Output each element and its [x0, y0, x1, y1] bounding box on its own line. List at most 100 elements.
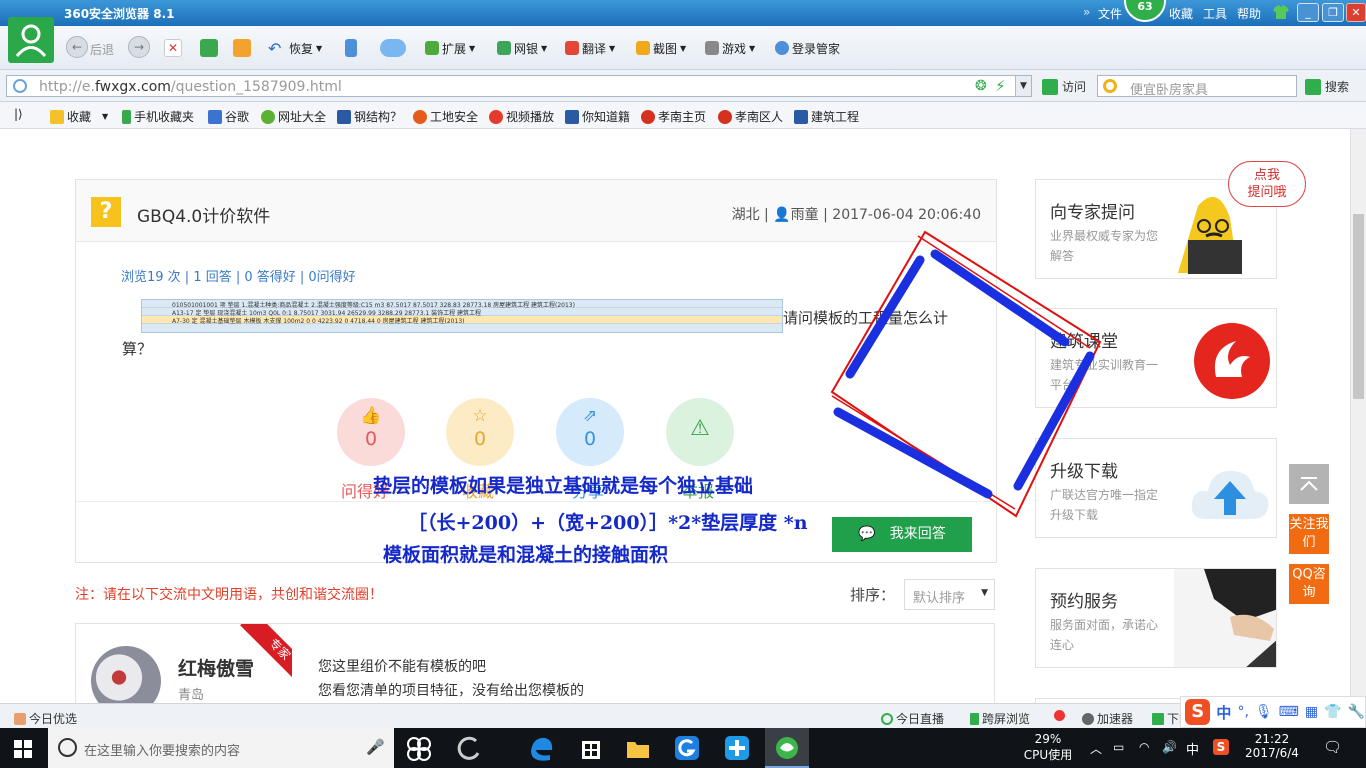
clock[interactable]: 21:22 2017/6/4 [1240, 732, 1304, 760]
table-row: 010501001001 项 垫层 1.混凝土种类:商品混凝土 2.混凝土强度等… [142, 300, 782, 309]
mic-icon[interactable]: 🎙 [1255, 704, 1273, 720]
google-icon [208, 109, 222, 124]
skin-icon[interactable]: 👕 [1324, 704, 1341, 720]
search-input[interactable]: 便宜卧房家具 [1097, 75, 1297, 98]
bookmark-safety[interactable]: 工地安全 [413, 108, 478, 125]
bookmark-mobile[interactable]: 手机收藏夹 [122, 108, 194, 125]
search-engine-icon[interactable] [1103, 79, 1117, 93]
keyboard-icon[interactable]: ⌨ [1279, 704, 1299, 720]
menu-help[interactable]: 帮助 [1237, 5, 1261, 22]
stop-icon[interactable]: ✕ [164, 38, 182, 58]
file-explorer-icon[interactable] [622, 733, 654, 763]
screenshot-button[interactable]: 截图 ▼ [636, 38, 686, 58]
caret-down-icon: ▼ [981, 588, 988, 598]
network-icon[interactable]: ▭ [1113, 740, 1124, 754]
skin-icon[interactable] [1272, 4, 1290, 20]
favorite-button[interactable]: ☆ 0 [446, 398, 514, 466]
ask-bubble[interactable]: 点我 提问哦 [1228, 161, 1306, 207]
share-button[interactable]: ⇗ 0 [556, 398, 624, 466]
back-button[interactable]: 后退 [90, 39, 114, 59]
glodon-cross-icon[interactable] [721, 733, 753, 763]
page-scrollbar[interactable] [1350, 129, 1366, 703]
url-input[interactable]: http://e.fwxgx.com/question_1587909.html… [6, 75, 1032, 97]
login-manager-button[interactable]: 登录管家 [775, 38, 840, 58]
bookmark-google[interactable]: 谷歌 [208, 108, 249, 125]
store-icon[interactable] [575, 733, 607, 763]
medical-icon[interactable] [1054, 710, 1065, 721]
refresh-icon[interactable] [200, 38, 218, 58]
netbank-button[interactable]: 网银 ▼ [497, 38, 547, 58]
wrench-icon[interactable]: 🔧 [1348, 704, 1365, 720]
glodon-app-icon[interactable] [452, 733, 484, 763]
sogou-icon[interactable]: S [1185, 699, 1211, 725]
ime-lang[interactable]: 中 [1216, 702, 1231, 723]
score-badge[interactable]: 63 [1124, 0, 1166, 22]
back-to-top-button[interactable] [1289, 464, 1329, 504]
bookmark-xiaonan-home[interactable]: 孝南主页 [641, 108, 706, 125]
sogou-tray-icon[interactable]: S [1213, 739, 1229, 755]
microphone-icon[interactable]: 🎤 [366, 738, 385, 756]
user-avatar[interactable] [8, 17, 54, 63]
bookmark-construction[interactable]: 建筑工程 [794, 108, 859, 125]
punctuation-icon[interactable]: °, [1237, 704, 1248, 720]
follow-us-button[interactable]: 关注我们 [1289, 514, 1329, 554]
report-button[interactable]: ⚠ [666, 398, 734, 466]
wifi-icon[interactable]: ◠ [1139, 740, 1149, 754]
grid-icon[interactable]: ▦ [1305, 704, 1318, 720]
volume-icon[interactable]: 🔊 [1162, 740, 1177, 754]
minimize-button[interactable]: _ [1297, 3, 1319, 22]
accelerator[interactable]: 加速器 [1082, 710, 1133, 727]
taskbar-search[interactable]: 在这里输入你要搜索的内容 🎤 [48, 728, 394, 768]
lightning-icon[interactable]: ⚡ [995, 77, 1006, 95]
sidebar-toggle-icon[interactable]: |⟩ [14, 107, 23, 121]
extend-button[interactable]: 扩展 ▼ [425, 38, 475, 58]
visit-button[interactable]: 访问 [1042, 78, 1086, 95]
page-content: ? GBQ4.0计价软件 湖北 | 👤雨童 | 2017-06-04 20:06… [0, 129, 1350, 703]
bookmark-know[interactable]: 你知道籍 [565, 108, 630, 125]
double-chevron-icon[interactable]: » [1083, 5, 1090, 19]
home-icon[interactable] [233, 38, 251, 58]
url-dropdown-icon[interactable]: ▼ [1015, 76, 1031, 96]
ime-indicator[interactable]: 中 [1186, 739, 1199, 758]
close-button[interactable]: ✕ [1346, 3, 1366, 22]
bookmark-video[interactable]: 视频播放 [489, 108, 554, 125]
menu-tools[interactable]: 工具 [1203, 5, 1227, 22]
today-picks[interactable]: 今日优选 [14, 710, 77, 727]
qq-consult-button[interactable]: QQ咨询 [1289, 564, 1329, 604]
phone-icon[interactable] [345, 38, 357, 58]
scrollbar-thumb[interactable] [1353, 214, 1364, 399]
translate-button[interactable]: 翻译 ▼ [565, 38, 615, 58]
cpu-widget[interactable]: 29% CPU使用 [1022, 732, 1074, 763]
question-title: GBQ4.0计价软件 [137, 207, 271, 227]
back-icon[interactable]: ← [66, 36, 88, 58]
sort-select[interactable]: 默认排序 ▼ [904, 579, 995, 610]
today-live[interactable]: 今日直播 [881, 710, 944, 727]
forward-icon[interactable]: → [128, 36, 150, 58]
search-button[interactable]: 搜索 [1305, 78, 1349, 95]
maximize-button[interactable]: ❐ [1322, 3, 1344, 22]
question-author[interactable]: 雨童 [791, 207, 819, 223]
menu-file[interactable]: 文件 [1098, 5, 1122, 22]
games-button[interactable]: 游戏 ▼ [705, 38, 755, 58]
chevron-up-icon[interactable]: ︿ [1090, 740, 1102, 757]
safe-icon[interactable]: ❂ [975, 78, 987, 94]
bookmark-xiaonan-people[interactable]: 孝南区人 [718, 108, 783, 125]
good-question-button[interactable]: 👍 0 [337, 398, 405, 466]
card-booking[interactable]: 预约服务 服务面对面，承诺心连心 [1035, 568, 1277, 668]
360-browser-taskbar-button[interactable] [765, 728, 809, 768]
restore-button[interactable]: ↶ 恢复 ▼ [268, 38, 322, 58]
cloud-icon[interactable] [380, 38, 406, 58]
bookmark-directory[interactable]: 网址大全 [261, 108, 326, 125]
menu-favorites[interactable]: 收藏 [1169, 5, 1193, 22]
notification-icon[interactable]: 🗨 [1323, 738, 1342, 756]
task-view-icon[interactable] [403, 733, 435, 763]
edge-icon[interactable] [525, 733, 557, 763]
glodon-g-icon[interactable] [671, 733, 703, 763]
rocket-icon [1082, 712, 1094, 725]
cross-screen[interactable]: 跨屏浏览 [970, 710, 1030, 727]
bookmark-steel[interactable]: 钢结构？ [337, 108, 402, 125]
bookmark-favorites[interactable]: 收藏 ▼ [50, 108, 108, 125]
answer-avatar[interactable] [91, 646, 161, 703]
windows-start-icon[interactable] [14, 740, 32, 758]
ime-toolbar[interactable]: S 中 °, 🎙 ⌨ ▦ 👕 🔧 [1180, 696, 1366, 728]
